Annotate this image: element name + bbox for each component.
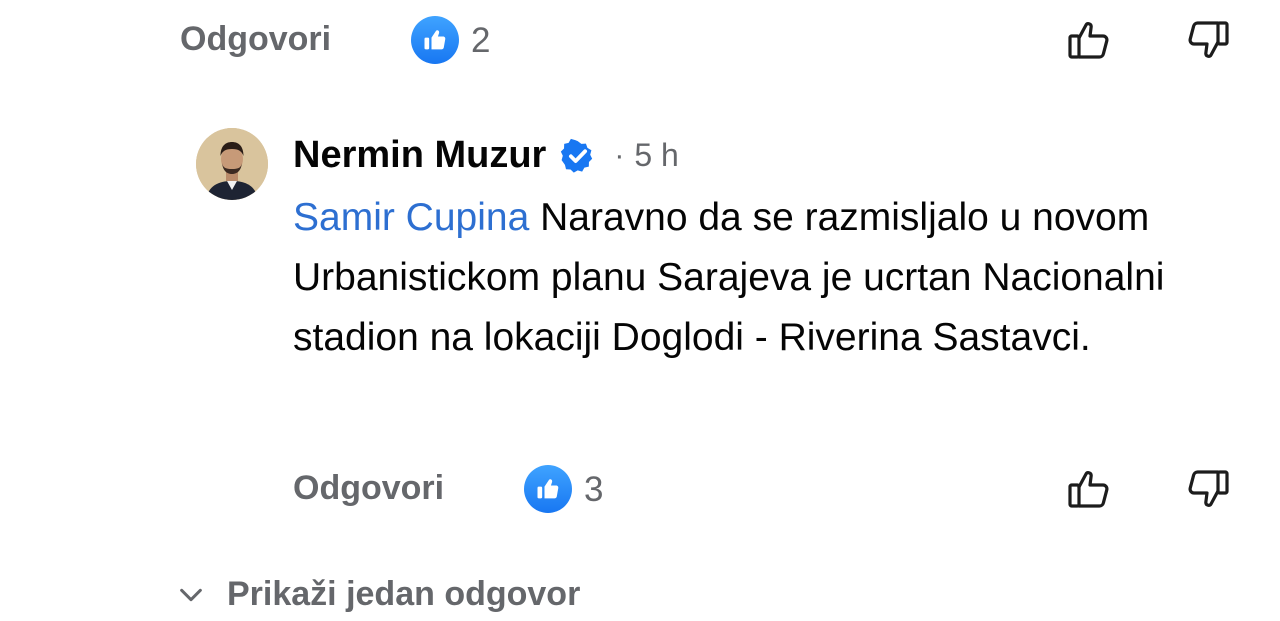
thumbs-down-icon[interactable] (1182, 463, 1234, 515)
show-replies-button[interactable]: Prikaži jedan odgovor (175, 575, 580, 614)
verified-badge-icon (558, 136, 598, 176)
chevron-down-icon (175, 579, 207, 611)
separator-dot: · (614, 138, 625, 172)
author-name[interactable]: Nermin Muzur (293, 134, 546, 177)
mention-link[interactable]: Samir Cupina (293, 196, 529, 239)
thumbs-up-icon[interactable] (1063, 14, 1115, 66)
thumbs-down-icon[interactable] (1182, 14, 1234, 66)
show-replies-label: Prikaži jedan odgovor (227, 575, 581, 613)
like-reaction-icon[interactable] (524, 465, 572, 513)
comment-header: Nermin Muzur · 5 h (293, 134, 679, 177)
comment-text: Samir Cupina Naravno da se razmisljalo u… (293, 188, 1243, 368)
reply-button[interactable]: Odgovori (293, 469, 444, 508)
avatar[interactable] (196, 128, 268, 200)
comment-time[interactable]: 5 h (634, 137, 678, 174)
thumbs-up-icon[interactable] (1063, 463, 1115, 515)
like-reaction-icon[interactable] (411, 16, 459, 64)
like-count: 3 (584, 470, 604, 509)
like-count: 2 (471, 21, 491, 60)
reply-button[interactable]: Odgovori (180, 20, 331, 59)
